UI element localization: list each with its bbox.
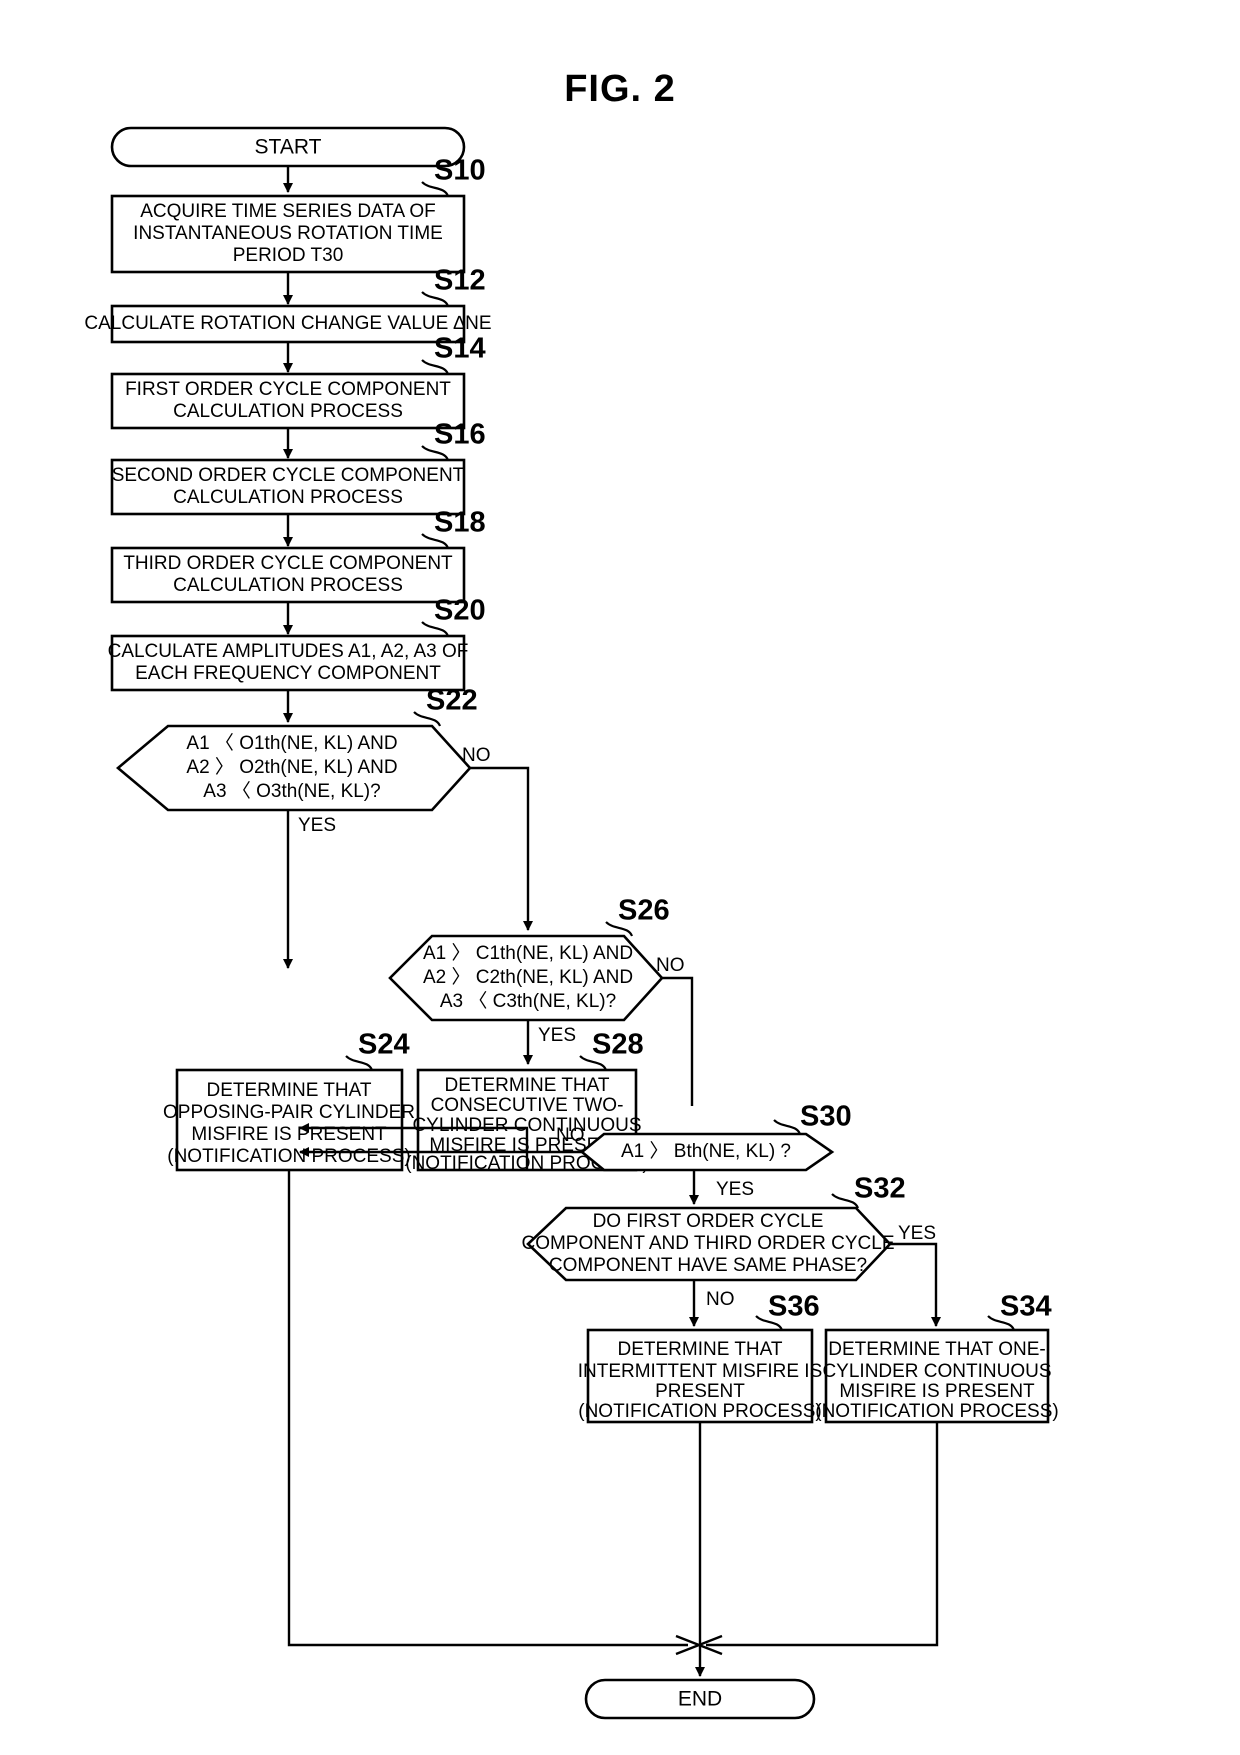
step-tag-s32: S32: [854, 1173, 906, 1205]
step-s14-line-2: CALCULATION PROCESS: [173, 401, 403, 422]
connector-s32-yes-to-s34: [890, 1242, 941, 1327]
step-tag-s18: S18: [434, 507, 486, 539]
step-s10-line-1: ACQUIRE TIME SERIES DATA OF: [140, 201, 436, 222]
branch-label-s32-yes: YES: [898, 1223, 936, 1244]
step-tag-s26: S26: [618, 895, 670, 927]
step-s24-line-1: DETERMINE THAT: [206, 1080, 371, 1101]
step-s34-line-2: CYLINDER CONTINUOUS: [822, 1361, 1051, 1382]
connector-s22-no-to-s26: [470, 766, 533, 931]
step-s32-line-3: COMPONENT HAVE SAME PHASE?: [549, 1255, 867, 1276]
step-s32-line-2: COMPONENT AND THIRD ORDER CYCLE: [521, 1233, 894, 1254]
end-terminator-label: END: [678, 1688, 722, 1711]
step-tag-s20: S20: [434, 595, 486, 627]
figure-page: FIG. 2 START ACQUIRE TIME SERIES DATA OF…: [0, 0, 1240, 1755]
step-s26-line-1: A1 〉 C1th(NE, KL) AND: [423, 942, 633, 964]
branch-label-s22-yes: YES: [298, 815, 336, 836]
connector-s26-no-to-s30: [662, 976, 694, 1106]
step-tag-s30: S30: [800, 1101, 852, 1133]
flowchart-canvas: START ACQUIRE TIME SERIES DATA OF INSTAN…: [84, 126, 1059, 1720]
step-s36-line-1: DETERMINE THAT: [617, 1339, 782, 1360]
step-tag-s10: S10: [434, 155, 486, 187]
step-s34-line-1: DETERMINE THAT ONE-: [828, 1339, 1045, 1360]
step-s24-line-4: (NOTIFICATION PROCESS): [167, 1146, 410, 1167]
step-s30-line-1: A1 〉 Bth(NE, KL) ?: [621, 1140, 791, 1162]
step-s22-line-2: A2 〉 O2th(NE, KL) AND: [186, 756, 397, 778]
leader-line-s30: [773, 1119, 802, 1135]
step-s36-line-3: PRESENT: [655, 1381, 745, 1402]
step-s34-line-4: (NOTIFICATION PROCESS): [815, 1401, 1058, 1422]
step-s12-line-1: CALCULATE ROTATION CHANGE VALUE ∆NE: [84, 313, 491, 334]
step-tag-s28: S28: [592, 1029, 644, 1061]
step-tag-s14: S14: [434, 333, 486, 365]
step-s22-line-3: A3 〈 O3th(NE, KL)?: [203, 780, 380, 802]
branch-label-s26-no: NO: [656, 955, 685, 976]
step-s22-line-1: A1 〈 O1th(NE, KL) AND: [186, 732, 397, 754]
step-tag-s34: S34: [1000, 1291, 1052, 1323]
branch-label-s22-no: NO: [462, 745, 491, 766]
step-s26-line-3: A3 〈 C3th(NE, KL)?: [440, 990, 616, 1012]
step-s24-line-2: OPPOSING-PAIR CYLINDER: [163, 1102, 415, 1123]
branch-label-s30-no: NO: [556, 1125, 585, 1146]
step-s36-line-2: INTERMITTENT MISFIRE IS: [578, 1361, 823, 1382]
step-s14-line-1: FIRST ORDER CYCLE COMPONENT: [125, 379, 451, 400]
step-s28-line-1: DETERMINE THAT: [444, 1075, 609, 1096]
step-tag-s22: S22: [426, 685, 478, 717]
step-s10-line-3: PERIOD T30: [233, 245, 344, 266]
step-s32-line-1: DO FIRST ORDER CYCLE: [593, 1211, 824, 1232]
step-s16-line-2: CALCULATION PROCESS: [173, 487, 403, 508]
branch-label-s32-no: NO: [706, 1289, 735, 1310]
branch-label-s30-yes: YES: [716, 1179, 754, 1200]
step-tag-s36: S36: [768, 1291, 820, 1323]
step-s10-line-2: INSTANTANEOUS ROTATION TIME: [133, 223, 443, 244]
step-s18-line-1: THIRD ORDER CYCLE COMPONENT: [123, 553, 453, 574]
step-s28-line-2: CONSECUTIVE TWO-: [431, 1095, 624, 1116]
step-s20-line-1: CALCULATE AMPLITUDES A1, A2, A3 OF: [108, 641, 469, 662]
step-s16-line-1: SECOND ORDER CYCLE COMPONENT: [112, 465, 465, 486]
connector-s34-to-end: [706, 1422, 939, 1647]
step-s36-line-4: (NOTIFICATION PROCESS): [578, 1401, 821, 1422]
step-tag-s24: S24: [358, 1029, 410, 1061]
step-s26-line-2: A2 〉 C2th(NE, KL) AND: [423, 966, 633, 988]
start-terminator-label: START: [255, 136, 322, 159]
step-s34-line-3: MISFIRE IS PRESENT: [839, 1381, 1035, 1402]
step-tag-s16: S16: [434, 419, 486, 451]
step-s20-line-2: EACH FREQUENCY COMPONENT: [135, 663, 441, 684]
step-tag-s12: S12: [434, 265, 486, 297]
step-s18-line-2: CALCULATION PROCESS: [173, 575, 403, 596]
branch-label-s26-yes: YES: [538, 1025, 576, 1046]
